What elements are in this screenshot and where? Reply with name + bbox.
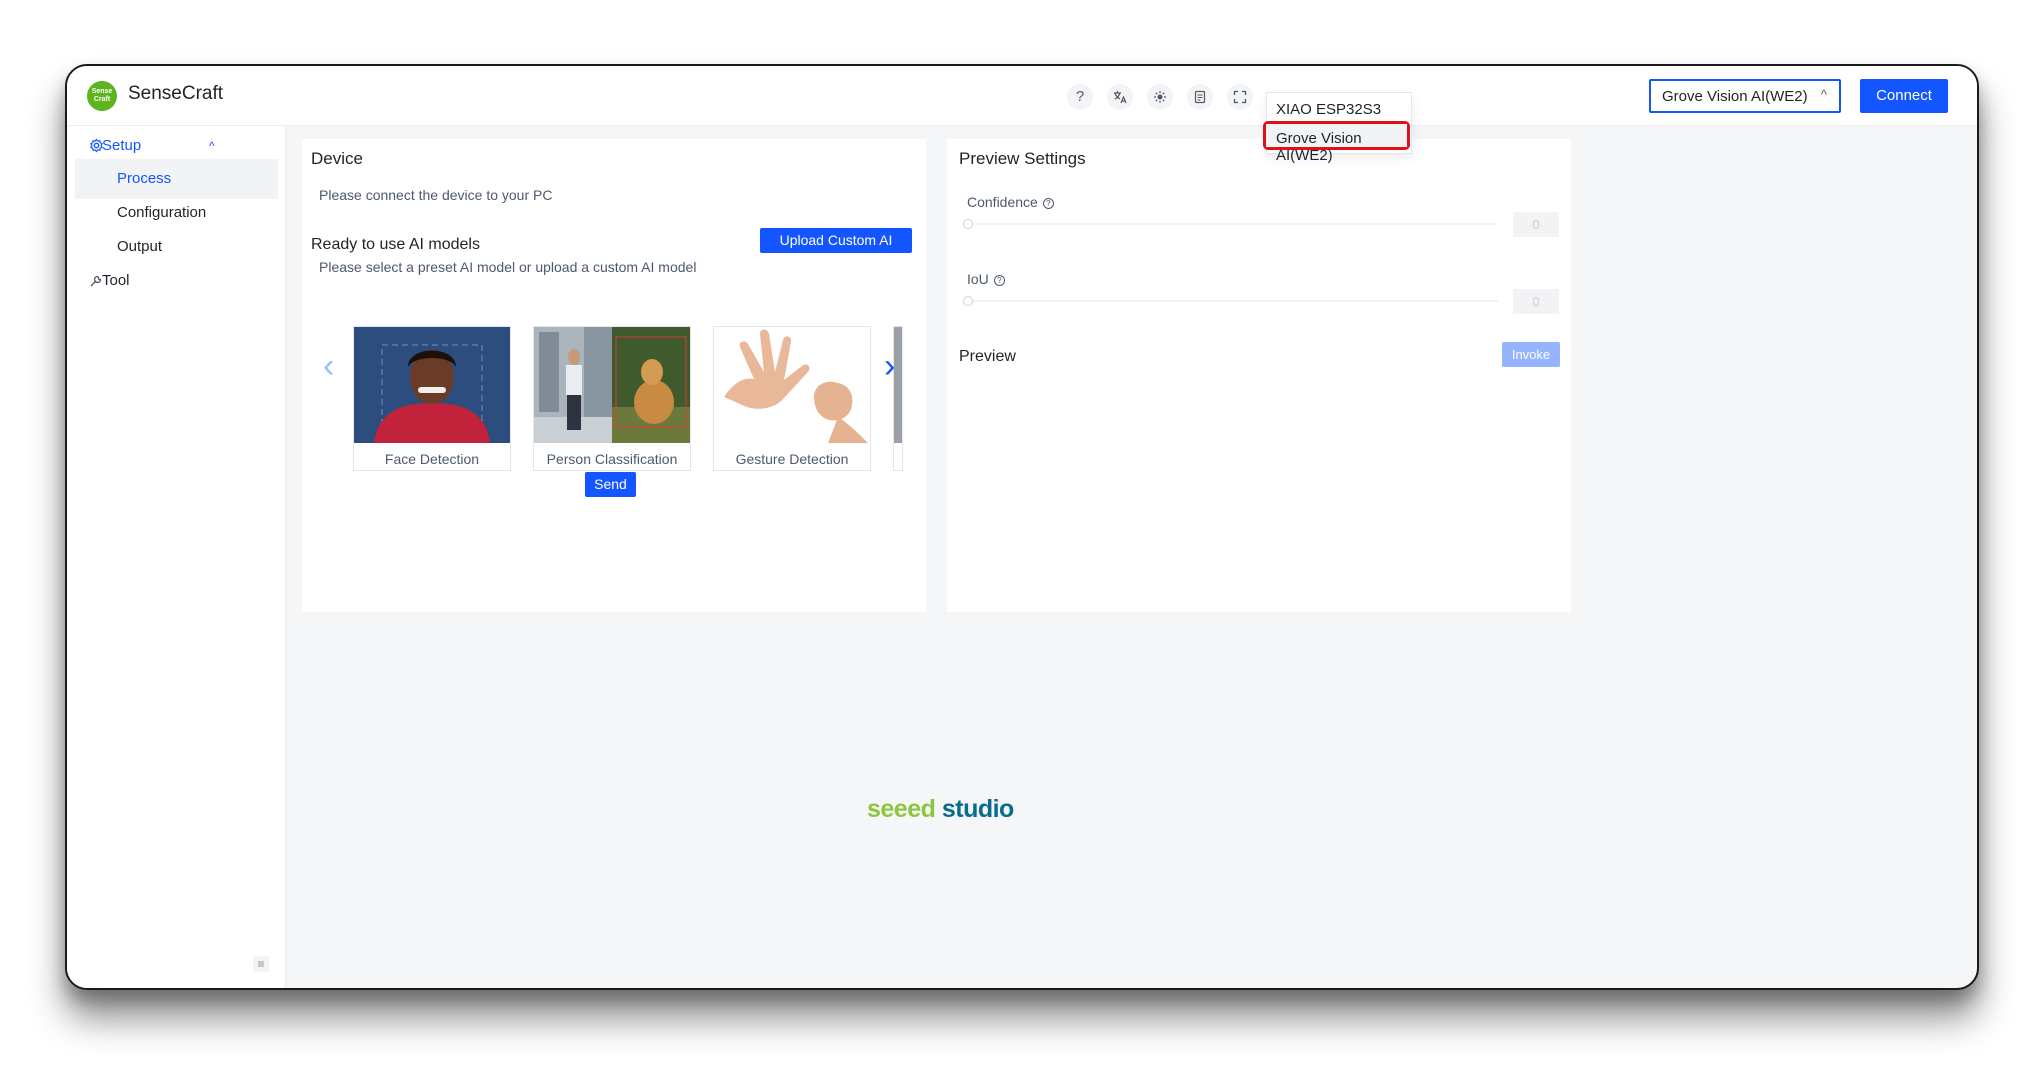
fullscreen-icon[interactable]	[1227, 84, 1253, 110]
model-name: Face Detection	[384, 451, 480, 467]
seeed-studio-logo: seeed studio	[867, 795, 1014, 824]
brand-part-2: studio	[935, 795, 1015, 823]
preview-title: Preview	[959, 348, 1016, 365]
top-header: Sense Craft SenseCraft ? Grove Vision AI…	[67, 66, 1977, 126]
device-select-value: Grove Vision AI(WE2)	[1662, 88, 1808, 105]
model-card-face-detection[interactable]: Face Detection	[353, 326, 511, 471]
device-card: Device Please connect the device to your…	[302, 139, 926, 612]
document-icon[interactable]	[1187, 84, 1213, 110]
sidebar-tool-label: Tool	[102, 272, 130, 289]
model-card-person-classification[interactable]: Person Classification	[533, 326, 691, 471]
dropdown-option-label: Grove Vision AI(WE2)	[1276, 130, 1362, 164]
chevron-up-icon: ^	[1820, 87, 1827, 102]
iou-label: IoU	[967, 271, 989, 287]
dropdown-option-xiao-esp32s3[interactable]: XIAO ESP32S3	[1276, 101, 1381, 118]
partial-model-image	[894, 327, 902, 443]
logo-text: Sense Craft	[91, 88, 113, 103]
model-name: Person Classification	[546, 451, 678, 467]
iou-label-row: IoU?	[967, 271, 1005, 287]
help-icon[interactable]: ?	[1067, 84, 1093, 110]
confidence-label: Confidence	[967, 194, 1038, 210]
wrench-icon	[89, 261, 103, 304]
send-button[interactable]: Send	[585, 472, 636, 497]
iou-input[interactable]: 0	[1513, 289, 1559, 314]
device-title: Device	[311, 149, 363, 168]
brand-part-1: seeed	[867, 795, 936, 823]
carousel-prev-arrow[interactable]: ‹	[323, 347, 334, 386]
menu-collapse-icon[interactable]: ≡	[253, 956, 269, 972]
preview-settings-title: Preview Settings	[959, 149, 1086, 168]
confidence-slider-handle[interactable]	[963, 219, 973, 229]
dropdown-option-grove-vision-ai[interactable]: Grove Vision AI(WE2)	[1263, 121, 1410, 164]
invoke-button[interactable]: Invoke	[1502, 342, 1560, 367]
translate-icon[interactable]	[1107, 84, 1133, 110]
app-window: Sense Craft SenseCraft ? Grove Vision AI…	[65, 64, 1979, 990]
iou-slider-handle[interactable]	[963, 296, 973, 306]
device-message: Please connect the device to your PC	[319, 187, 553, 203]
carousel-next-arrow[interactable]: ›	[884, 347, 895, 386]
device-select[interactable]: Grove Vision AI(WE2) ^	[1649, 79, 1841, 113]
model-name: Gesture Detection	[735, 451, 849, 467]
model-card-gesture-detection[interactable]: Gesture Detection	[713, 326, 871, 471]
app-title: SenseCraft	[128, 83, 224, 104]
help-circle-icon: ?	[993, 275, 1005, 286]
models-title: Ready to use AI models	[311, 236, 480, 253]
sensecraft-logo: Sense Craft	[87, 81, 117, 111]
confidence-input[interactable]: 0	[1513, 212, 1559, 237]
help-circle-icon: ?	[1042, 198, 1054, 209]
models-hint: Please select a preset AI model or uploa…	[319, 259, 697, 275]
confidence-slider-track[interactable]	[967, 223, 1498, 225]
face-detection-image	[354, 327, 510, 443]
preview-settings-card: Preview Settings Confidence? 0 IoU? 0 Pr…	[947, 139, 1571, 612]
theme-icon[interactable]	[1147, 84, 1173, 110]
connect-button[interactable]: Connect	[1860, 79, 1948, 113]
iou-slider-track[interactable]	[967, 300, 1498, 302]
sidebar-item-tool[interactable]: Tool	[75, 261, 278, 301]
sidebar: Setup ^ Process Configuration Output Too…	[67, 126, 286, 988]
person-classification-image	[534, 327, 690, 443]
confidence-label-row: Confidence?	[967, 194, 1054, 210]
upload-custom-model-button[interactable]: Upload Custom AI Model	[760, 228, 912, 273]
gesture-detection-image	[714, 327, 870, 443]
